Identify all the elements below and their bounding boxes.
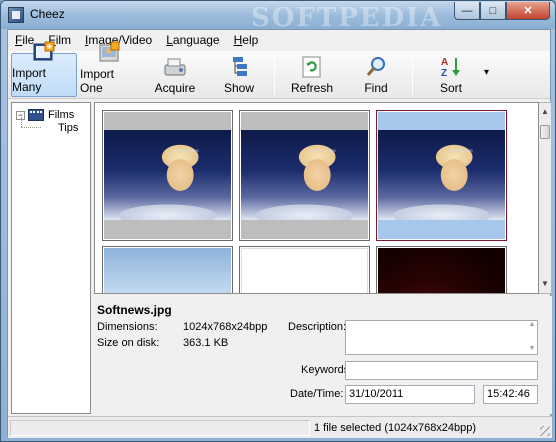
dimensions-value: 1024x768x24bpp	[183, 321, 268, 333]
refresh-icon	[299, 55, 325, 79]
tree-connector	[21, 127, 41, 128]
scanner-icon	[162, 55, 188, 79]
thumbnail-caption: SOFTNEWS	[447, 148, 473, 153]
file-name: Softnews.jpg	[97, 303, 172, 317]
thumbnail-gallery: SOFTNEWS SOFTNEWS SOFTNEWS	[94, 102, 539, 294]
thumbnail-item-selected[interactable]: SOFTNEWS	[376, 110, 507, 241]
menu-help-label: elp	[242, 33, 259, 47]
client-area: File Film Image/Video Language Help Impo…	[7, 29, 552, 438]
import-one-button[interactable]: Import One	[80, 41, 138, 97]
sort-label: Sort	[439, 81, 462, 95]
status-bar: 1 file selected (1024x768x24bpp)	[8, 416, 552, 438]
magnifier-icon	[363, 55, 389, 79]
find-button[interactable]: Find	[352, 53, 400, 97]
refresh-label: Refresh	[290, 81, 334, 95]
minimize-button[interactable]: —	[454, 2, 480, 20]
acquire-label: Acquire	[154, 81, 196, 95]
import-many-button[interactable]: Import Many	[11, 41, 77, 97]
time-field[interactable]: 15:42:46	[483, 385, 538, 404]
keywords-field[interactable]	[345, 361, 538, 380]
date-field[interactable]: 31/10/2011	[345, 385, 475, 404]
window-controls: — □ ✕	[454, 2, 550, 20]
description-scroll-up-icon[interactable]: ▲	[527, 321, 537, 328]
thumbnail-item[interactable]	[376, 246, 507, 293]
app-icon	[8, 7, 24, 23]
title-bar[interactable]: Cheez SOFTPEDIA — □ ✕	[1, 1, 555, 33]
acquire-button[interactable]: Acquire	[148, 53, 202, 97]
app-window: Cheez SOFTPEDIA — □ ✕ File Film Image/Vi…	[0, 0, 556, 442]
thumbnail-image	[104, 248, 231, 293]
menu-language-accel: L	[166, 33, 173, 47]
thumbnail-caption: SOFTNEWS	[310, 148, 336, 153]
scroll-up-icon[interactable]: ▲	[539, 105, 551, 119]
thumbnail-image	[241, 248, 368, 293]
tree-item-tips[interactable]: Tips	[58, 120, 78, 136]
sort-button[interactable]: AZ Sort	[428, 53, 474, 97]
window-title: Cheez	[30, 7, 65, 21]
refresh-button[interactable]: Refresh	[284, 53, 340, 97]
description-scroll-down-icon[interactable]: ▼	[527, 345, 537, 352]
menu-help[interactable]: Help	[227, 30, 266, 51]
toolbar-separator	[274, 55, 275, 95]
thumbnail-item[interactable]	[102, 246, 233, 293]
import-many-icon	[31, 40, 57, 64]
import-one-label: Import One	[80, 67, 115, 95]
film-tree: − Films Tips	[11, 102, 91, 414]
file-details-panel: Softnews.jpg Dimensions: 1024x768x24bpp …	[94, 296, 552, 414]
status-text: 1 file selected (1024x768x24bpp)	[314, 422, 477, 434]
show-label: Show	[223, 81, 255, 95]
toolbar: Import Many Import One Acquire Show Refr…	[8, 41, 550, 99]
menu-language[interactable]: Language	[159, 30, 226, 51]
thumbnail-image: SOFTNEWS	[378, 130, 505, 220]
svg-text:A: A	[441, 57, 448, 68]
film-icon	[28, 109, 44, 121]
tree-connector	[21, 117, 22, 127]
size-value: 363.1 KB	[183, 337, 229, 349]
import-one-icon	[96, 41, 122, 65]
datetime-label: Date/Time:	[290, 388, 344, 400]
thumbnail-image: SOFTNEWS	[104, 130, 231, 220]
menu-film-label: ilm	[55, 33, 72, 47]
thumbnail-caption: SOFTNEWS	[173, 148, 199, 153]
description-field[interactable]	[345, 320, 538, 355]
thumbnail-image: SOFTNEWS	[241, 130, 368, 220]
tree-item-tips-label: Tips	[58, 122, 79, 134]
status-pane-empty	[10, 420, 310, 436]
menu-language-label: anguage	[172, 33, 220, 47]
resize-grip-icon[interactable]	[540, 426, 550, 436]
menu-bar: File Film Image/Video Language Help	[8, 30, 550, 51]
scroll-thumb[interactable]	[540, 125, 550, 139]
menu-help-accel: H	[233, 33, 243, 47]
thumbnail-image	[378, 248, 505, 293]
import-many-label: Import Many	[12, 66, 47, 94]
toolbar-separator	[412, 55, 413, 95]
show-button[interactable]: Show	[214, 53, 264, 97]
thumbnail-item[interactable]: SOFTNEWS	[102, 110, 233, 241]
thumbnail-item[interactable]: SOFTNEWS	[239, 110, 370, 241]
sort-az-icon: AZ	[438, 55, 464, 79]
scroll-down-icon[interactable]: ▼	[539, 277, 551, 291]
dimensions-label: Dimensions:	[97, 321, 158, 333]
close-button[interactable]: ✕	[506, 2, 550, 20]
gallery-vertical-scrollbar[interactable]: ▲ ▼	[539, 102, 552, 294]
thumbnail-item[interactable]	[239, 246, 370, 293]
svg-text:Z: Z	[441, 68, 447, 79]
tree-view-icon	[226, 55, 252, 79]
sort-dropdown-arrow[interactable]: ▾	[484, 67, 489, 78]
maximize-button[interactable]: □	[480, 2, 506, 20]
size-label: Size on disk:	[97, 337, 160, 349]
description-label: Description:	[288, 321, 347, 333]
find-label: Find	[364, 81, 388, 95]
